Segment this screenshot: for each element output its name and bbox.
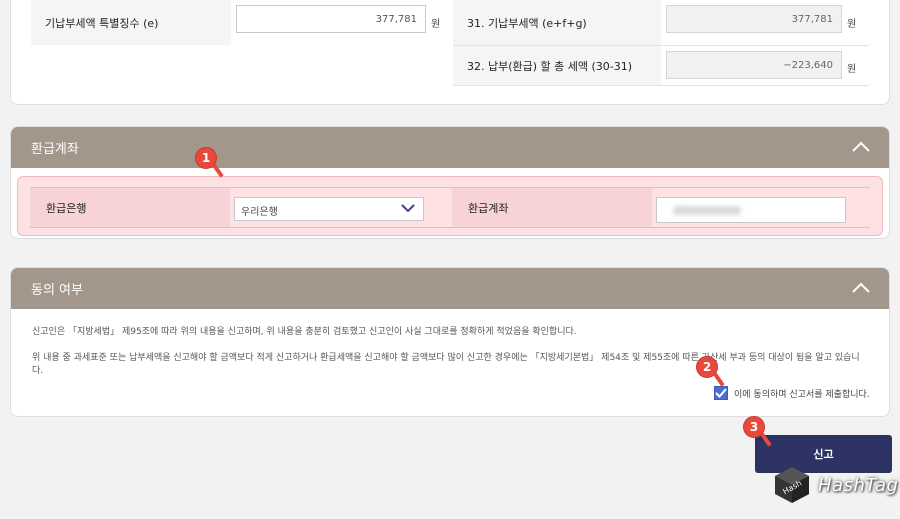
refund-account-title: 환급계좌 xyxy=(31,142,79,157)
watermark: Hash HashTag xyxy=(772,465,898,505)
tax-summary-panel: 기납부세액 특별징수 (e) 377,781 원 31. 기납부세액 (e+f+… xyxy=(10,0,890,105)
consent-text-1: 신고인은 「지방세법」 제95조에 따라 위의 내용을 신고하며, 위 내용을 … xyxy=(32,327,577,337)
chevron-up-icon[interactable] xyxy=(851,139,871,153)
hashtag-logo-icon: Hash xyxy=(775,467,809,503)
row-divider xyxy=(453,85,869,86)
watermark-text: HashTag xyxy=(818,474,899,496)
bank-select[interactable]: 우리은행 xyxy=(234,197,424,221)
unit-won: 원 xyxy=(847,64,857,75)
refund-account-header[interactable]: 환급계좌 xyxy=(11,127,889,168)
bank-selected-value: 우리은행 xyxy=(241,207,278,218)
chevron-up-icon[interactable] xyxy=(851,280,871,294)
special-tax-input[interactable]: 377,781 xyxy=(236,5,426,33)
refund-account-panel: 환급계좌 환급은행 우리은행 환급계좌 xyxy=(10,126,890,239)
special-tax-label: 기납부세액 특별징수 (e) xyxy=(31,0,231,45)
row-31-label: 31. 기납부세액 (e+f+g) xyxy=(453,0,661,45)
refund-row: 환급은행 우리은행 환급계좌 xyxy=(30,187,870,228)
account-label: 환급계좌 xyxy=(452,188,652,227)
consent-checkbox-label[interactable]: 이에 동의하며 신고서를 제출합니다. xyxy=(734,387,870,400)
chevron-down-icon xyxy=(401,204,415,213)
consent-checkbox[interactable] xyxy=(714,386,728,400)
consent-title: 동의 여부 xyxy=(31,283,83,298)
consent-header[interactable]: 동의 여부 xyxy=(11,268,889,309)
unit-won: 원 xyxy=(431,19,441,30)
check-icon xyxy=(715,388,727,398)
row-32-value: −223,640 xyxy=(666,51,842,79)
row-32-label: 32. 납부(환급) 할 총 세액 (30-31) xyxy=(453,46,661,85)
blurred-account-number xyxy=(673,206,741,215)
bank-label: 환급은행 xyxy=(30,188,230,227)
consent-checkbox-row[interactable]: 이에 동의하며 신고서를 제출합니다. xyxy=(714,386,870,400)
refund-highlight-box: 환급은행 우리은행 환급계좌 xyxy=(17,176,883,236)
account-input[interactable] xyxy=(656,197,846,223)
consent-panel: 동의 여부 신고인은 「지방세법」 제95조에 따라 위의 내용을 신고하며, … xyxy=(10,267,890,417)
consent-text-2: 위 내용 중 과세표준 또는 납부세액을 신고해야 할 금액보다 적게 신고하거… xyxy=(32,353,860,376)
unit-won: 원 xyxy=(847,19,857,30)
row-31-value: 377,781 xyxy=(666,5,842,33)
